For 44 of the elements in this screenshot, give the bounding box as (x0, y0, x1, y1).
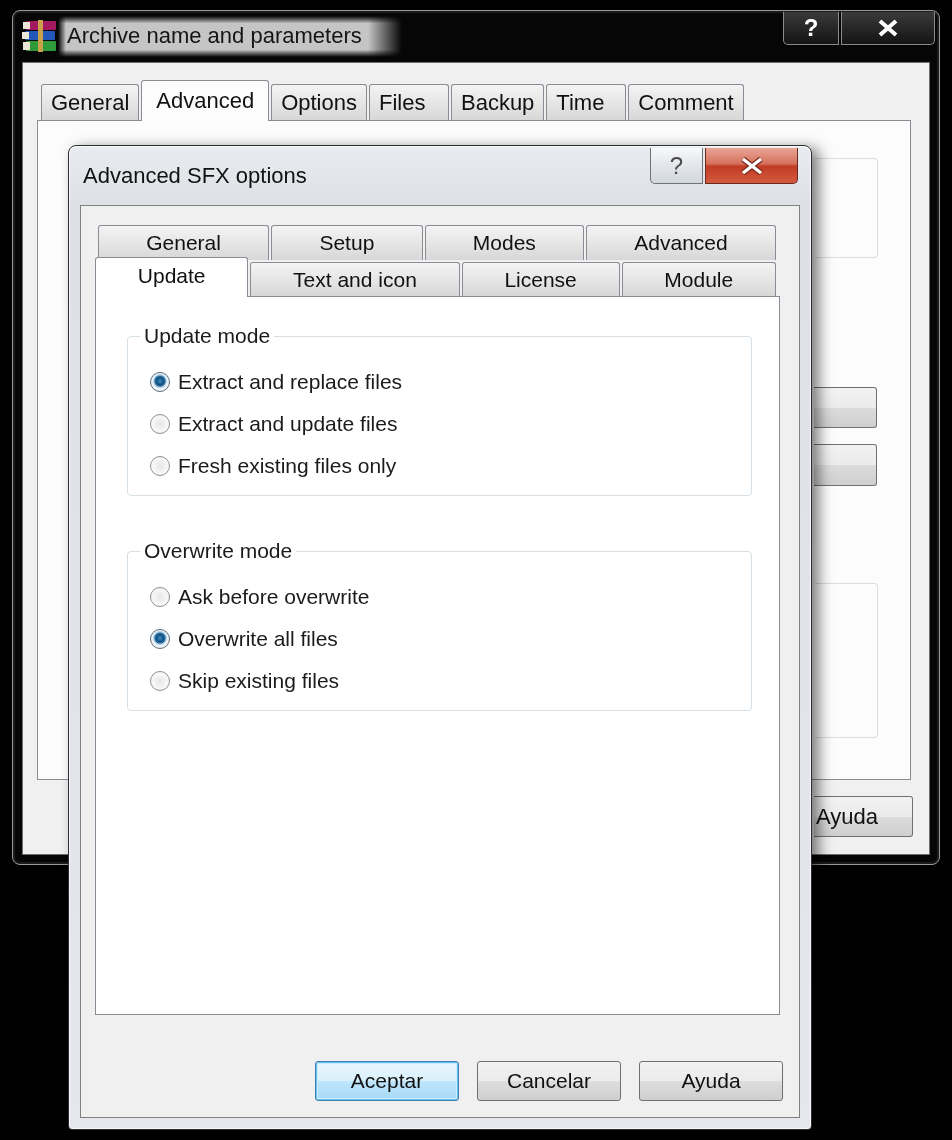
radio-button[interactable] (150, 456, 170, 476)
radio-button[interactable] (150, 671, 170, 691)
button[interactable] (814, 444, 877, 486)
tab[interactable]: Module (621, 262, 776, 296)
dialog-button[interactable]: Cancelar (477, 1061, 621, 1101)
radio-label[interactable]: Ask before overwrite (178, 585, 370, 609)
group-title: Update mode (143, 324, 272, 348)
radio-button[interactable] (150, 629, 170, 649)
radio-label[interactable]: Overwrite all files (178, 627, 338, 651)
help-button[interactable]: ? (650, 148, 703, 184)
radio-label[interactable]: Extract and update files (178, 412, 398, 436)
help-button[interactable]: ? (783, 12, 839, 45)
tab[interactable]: Setup (271, 225, 423, 260)
tab[interactable]: Text and icon (250, 262, 460, 296)
radio-label[interactable]: Skip existing files (178, 669, 340, 693)
tab[interactable]: Options (271, 84, 367, 120)
tab[interactable]: Backup (450, 84, 545, 120)
radio-label[interactable]: Extract and replace files (178, 370, 403, 394)
dialog-button[interactable]: Aceptar (315, 1061, 459, 1101)
tab[interactable]: Advanced (141, 80, 270, 121)
close-button[interactable] (841, 12, 935, 45)
tab[interactable]: General (98, 225, 270, 260)
tab[interactable]: Modes (424, 225, 585, 260)
close-icon (739, 155, 764, 176)
dialog-button[interactable]: Ayuda (639, 1061, 783, 1101)
tab[interactable]: License (461, 262, 620, 296)
group-title: Overwrite mode (143, 539, 294, 563)
radio-label[interactable]: Fresh existing files only (178, 454, 397, 478)
tab[interactable]: Time (546, 84, 627, 120)
help-button[interactable]: Ayuda (814, 796, 913, 837)
tab[interactable]: Files (368, 84, 449, 120)
radio-button[interactable] (150, 587, 170, 607)
tab[interactable]: Advanced (586, 225, 776, 260)
tab[interactable]: Update (95, 257, 249, 297)
radio-button[interactable] (150, 372, 170, 392)
window-title: Archive name and parameters (58, 16, 402, 57)
close-icon (878, 19, 898, 37)
radio-button[interactable] (150, 414, 170, 434)
close-button[interactable] (705, 148, 798, 184)
tab[interactable]: General (41, 84, 140, 120)
book-stack-icon (22, 20, 58, 52)
window-title: Advanced SFX options (83, 163, 307, 189)
tab[interactable]: Comment (628, 84, 744, 120)
button[interactable] (814, 387, 877, 428)
